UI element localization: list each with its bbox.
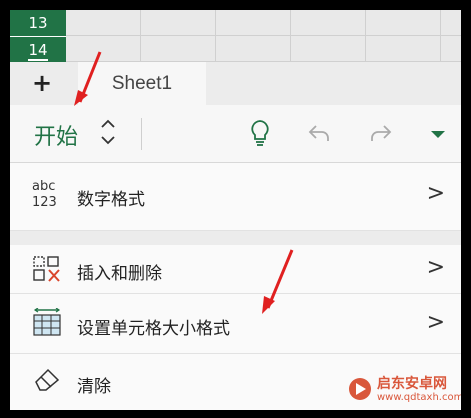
chevron-right-icon: > (426, 310, 445, 335)
menu-item-label: 设置单元格大小格式 (77, 319, 230, 339)
undo-icon[interactable] (306, 117, 334, 149)
ribbon-toolbar: 开始 (10, 105, 461, 163)
menu-section-gap (10, 231, 461, 245)
watermark-url: www.qdtaxh.com (377, 392, 461, 403)
number-format-icon: abc 123 (32, 179, 57, 210)
grid-line (215, 10, 216, 62)
menu-item-label: 清除 (77, 377, 111, 397)
chevron-right-icon: > (426, 255, 445, 280)
eraser-icon (32, 366, 62, 396)
excel-window: 13 14 + Sheet1 开始 abc 123 数字格式 > 插入和删除 >… (10, 10, 461, 410)
insert-delete-icon (32, 255, 62, 287)
cell-size-icon (32, 307, 62, 342)
chevron-right-icon: > (426, 181, 445, 206)
menu-item-number-format[interactable]: abc 123 数字格式 > (10, 163, 461, 231)
menu-item-label: 数字格式 (77, 190, 145, 210)
ribbon-divider (141, 118, 142, 150)
lightbulb-icon[interactable] (246, 117, 274, 149)
annotation-arrow (74, 51, 102, 106)
menu-item-label: 插入和删除 (77, 264, 162, 284)
grid-line (66, 35, 461, 36)
row-header-14[interactable]: 14 (10, 36, 66, 62)
menu-item-insert-delete[interactable]: 插入和删除 > (10, 245, 461, 294)
grid-line (365, 10, 366, 62)
watermark-logo-icon (349, 378, 371, 400)
menu-item-cell-size-format[interactable]: 设置单元格大小格式 > (10, 294, 461, 354)
updown-chevron-icon (101, 119, 115, 145)
grid-line (140, 10, 141, 62)
ribbon-switch-icon[interactable] (98, 113, 118, 156)
grid-line (290, 10, 291, 62)
watermark-title: 启东安卓网 (377, 376, 447, 392)
add-sheet-button[interactable]: + (20, 65, 64, 101)
redo-icon[interactable] (366, 117, 394, 149)
row-header-13[interactable]: 13 (10, 10, 66, 36)
dropdown-icon[interactable] (424, 117, 452, 149)
grid-line (440, 10, 441, 62)
site-watermark: 启东安卓网 www.qdtaxh.com (341, 370, 461, 410)
annotation-arrow (262, 249, 294, 314)
ribbon-tab-home[interactable]: 开始 (34, 119, 78, 151)
